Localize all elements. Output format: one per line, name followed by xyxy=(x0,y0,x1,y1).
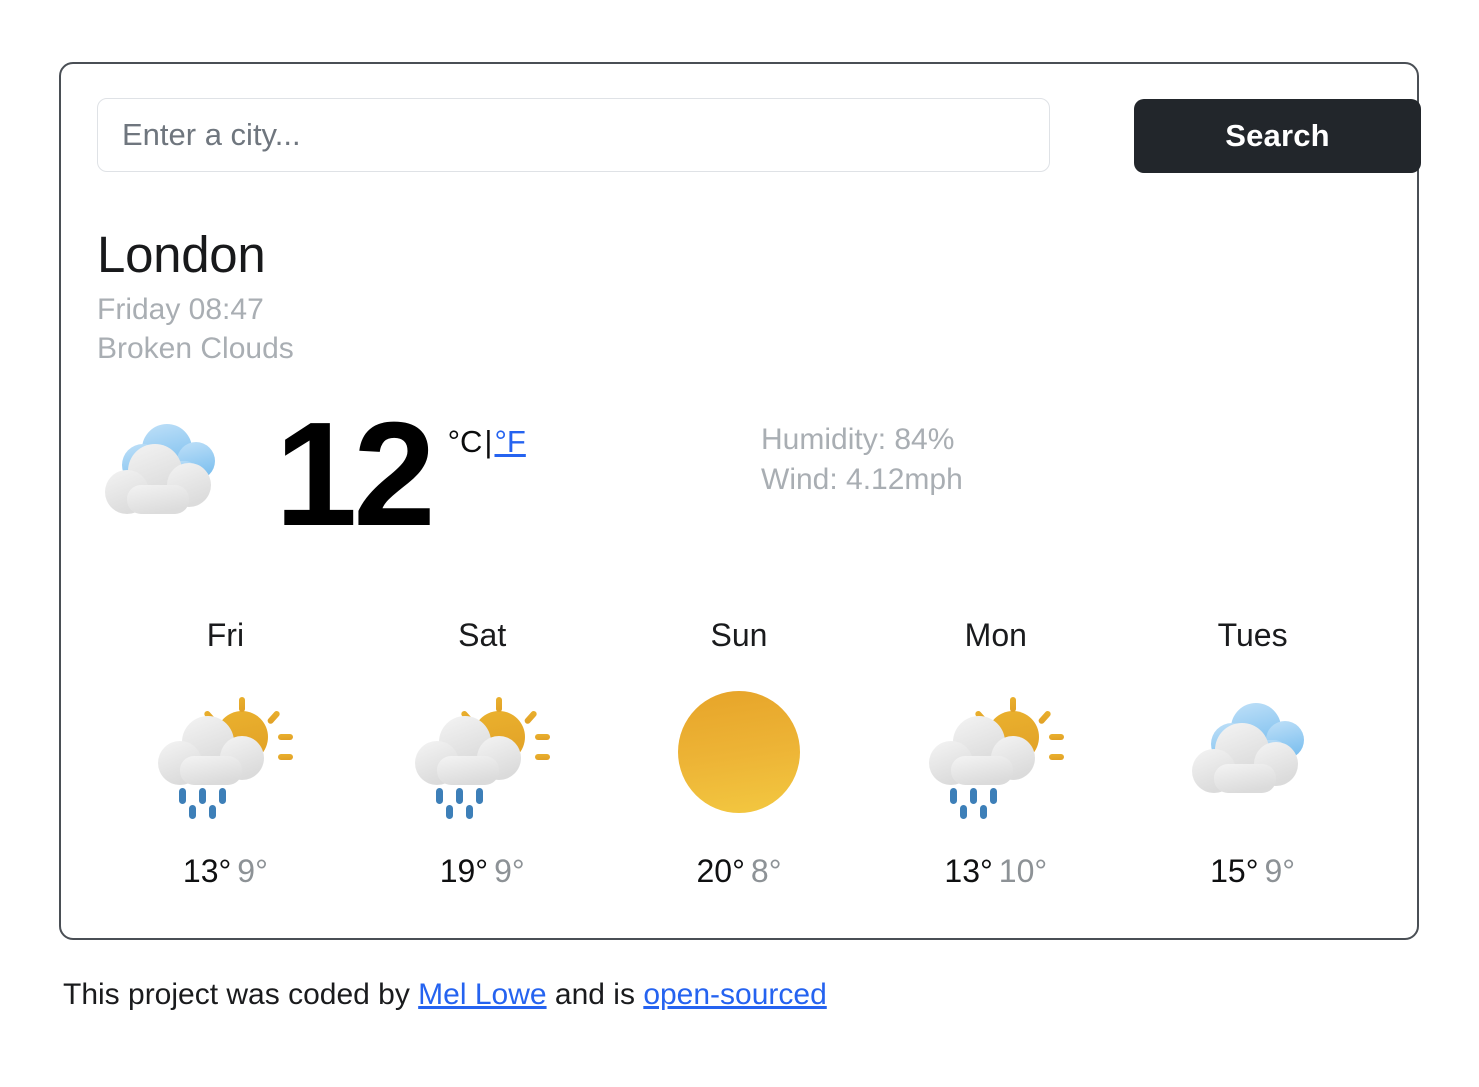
forecast-temp-min: 8° xyxy=(750,853,782,890)
forecast-icon-slot xyxy=(97,680,354,830)
forecast-icon-slot xyxy=(1124,680,1381,830)
city-meta: Friday 08:47 Broken Clouds xyxy=(97,290,1381,368)
weather-card: Search London Friday 08:47 Broken Clouds xyxy=(59,62,1421,940)
search-input[interactable] xyxy=(97,98,1050,172)
forecast-temp-min: 9° xyxy=(1264,853,1296,890)
forecast-temps: 15° 9° xyxy=(1124,852,1381,890)
broken-clouds-icon xyxy=(105,424,215,515)
forecast-temps: 13° 9° xyxy=(97,852,354,890)
forecast-temp-max: 20° xyxy=(696,853,745,890)
forecast-day-label: Mon xyxy=(964,617,1027,654)
forecast-icon-slot xyxy=(611,680,868,830)
forecast-temp-min: 10° xyxy=(998,853,1048,890)
forecast-temps: 13° 10° xyxy=(867,852,1124,890)
forecast-icon-slot xyxy=(867,680,1124,830)
current-details: Humidity: 84% Wind: 4.12mph xyxy=(761,420,963,500)
forecast-temp-min: 9° xyxy=(237,853,268,890)
footer-text-before: This project was coded by xyxy=(63,978,419,1011)
current-temperature-group: 12 °C|°F xyxy=(97,392,526,558)
forecast-day-label: Fri xyxy=(206,617,245,654)
forecast-temp-max: 13° xyxy=(182,853,232,890)
forecast-day-fri: Fri 13° 9° xyxy=(97,616,354,891)
rain-sun-icon xyxy=(415,697,551,820)
forecast-temps: 19° 9° xyxy=(354,852,611,890)
city-block: London Friday 08:47 Broken Clouds xyxy=(97,226,1381,368)
weather-app-page: Search London Friday 08:47 Broken Clouds xyxy=(0,0,1479,1087)
rain-sun-icon xyxy=(928,697,1064,820)
city-name: London xyxy=(97,226,266,283)
search-button[interactable]: Search xyxy=(1134,99,1421,173)
search-form: Search xyxy=(97,98,1421,176)
current-conditions: 12 °C|°F Humidity: 84% Wind: 4.12mph xyxy=(97,392,1381,558)
forecast-day-label: Sun xyxy=(710,617,768,654)
forecast-day-tues: Tues 15° 9° xyxy=(1124,616,1381,891)
sun-icon xyxy=(677,691,800,814)
footer-credit: This project was coded by Mel Lowe and i… xyxy=(63,978,827,1012)
humidity-value: Humidity: 84% xyxy=(761,423,955,457)
forecast-day-mon: Mon 13° 10° xyxy=(867,616,1124,891)
temperature-value: 12 xyxy=(275,392,436,558)
broken-clouds-icon xyxy=(1191,703,1304,794)
fahrenheit-link[interactable]: °F xyxy=(494,424,525,459)
forecast-day-label: Sat xyxy=(458,617,507,654)
rain-sun-icon xyxy=(158,697,294,820)
forecast-temp-max: 13° xyxy=(944,853,993,890)
forecast-day-sun: Sun 20° 8° xyxy=(611,616,868,891)
unit-separator: | xyxy=(484,424,493,460)
open-source-link[interactable]: open-sourced xyxy=(643,978,826,1011)
temperature-display: 12 °C|°F xyxy=(275,392,526,558)
forecast-temp-min: 9° xyxy=(494,853,525,890)
current-datetime: Friday 08:47 xyxy=(97,293,264,327)
celsius-label: °C xyxy=(447,424,483,460)
footer-text-middle: and is xyxy=(546,978,644,1011)
forecast-row: Fri 13° 9° Sat 19° 9° Sun 20° 8° Mon 13°… xyxy=(97,616,1381,891)
unit-toggle: °C|°F xyxy=(448,424,526,460)
forecast-temps: 20° 8° xyxy=(611,852,868,890)
forecast-day-sat: Sat 19° 9° xyxy=(354,616,611,891)
current-description: Broken Clouds xyxy=(97,332,294,366)
forecast-day-label: Tues xyxy=(1217,617,1288,654)
forecast-temp-max: 19° xyxy=(439,853,489,890)
wind-value: Wind: 4.12mph xyxy=(761,462,963,496)
forecast-temp-max: 15° xyxy=(1210,853,1259,890)
author-link[interactable]: Mel Lowe xyxy=(418,978,546,1011)
forecast-icon-slot xyxy=(354,680,611,830)
